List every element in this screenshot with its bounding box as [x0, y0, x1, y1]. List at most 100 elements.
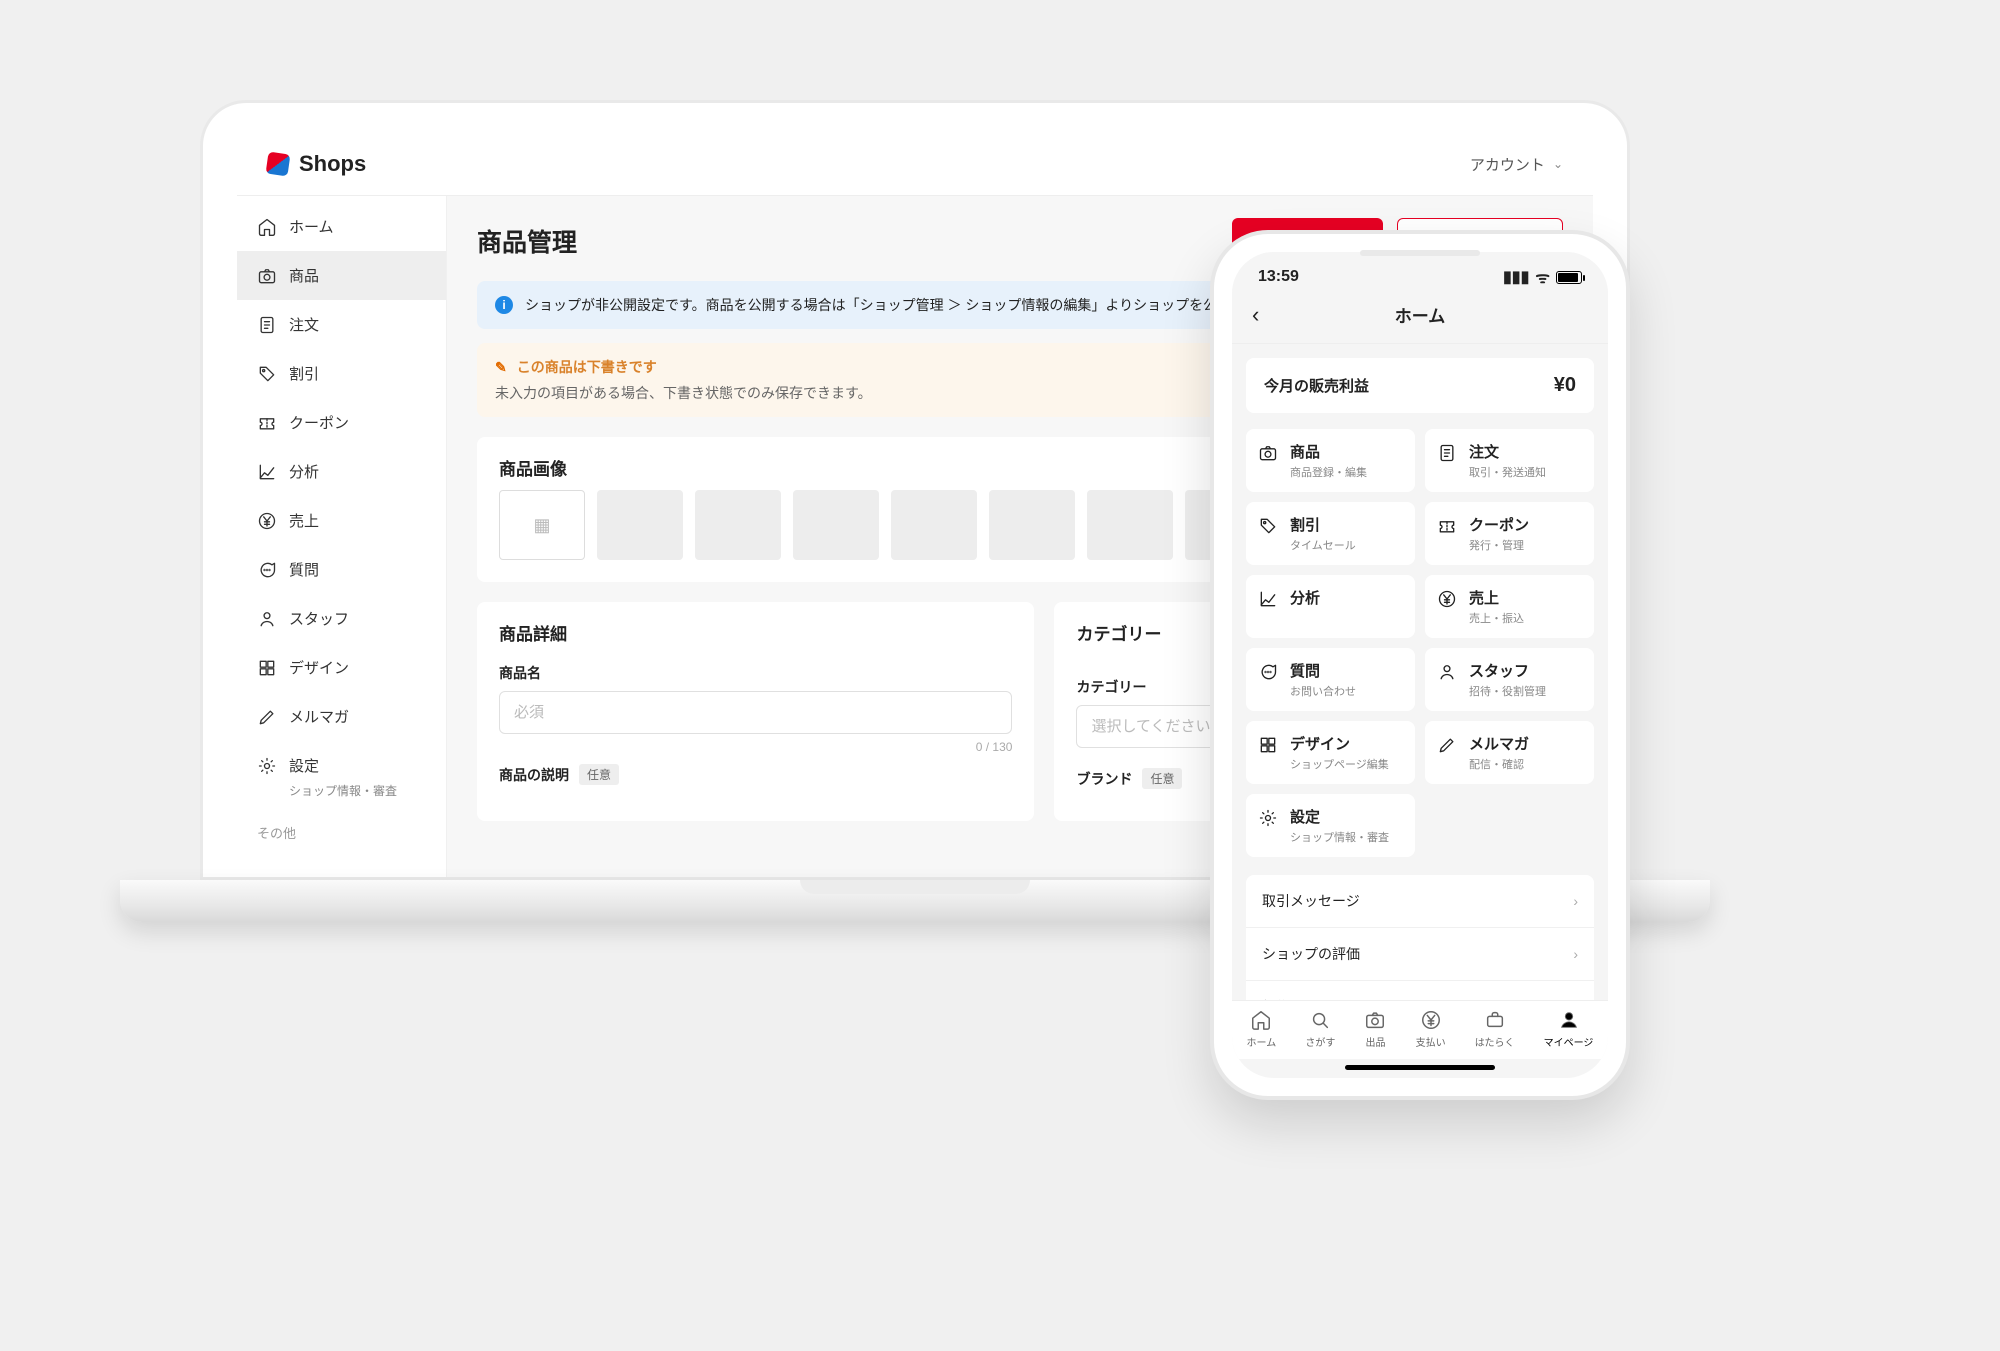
tab-briefcase[interactable]: はたらく: [1475, 1009, 1515, 1049]
profit-card[interactable]: 今月の販売利益 ¥0: [1246, 358, 1594, 413]
sidebar-item-label: 割引: [289, 363, 319, 384]
phone-title: ホーム: [1395, 302, 1446, 327]
tile-sub: 商品登録・編集: [1290, 464, 1367, 480]
image-slot-add[interactable]: ▦: [499, 490, 585, 560]
image-slot[interactable]: [793, 490, 879, 560]
tile-title: 注文: [1469, 441, 1546, 462]
brand: Shops: [267, 151, 366, 177]
sidebar-item-person[interactable]: スタッフ: [237, 594, 446, 643]
tag-icon: [1258, 516, 1278, 536]
list-item[interactable]: 取引メッセージ›: [1246, 875, 1594, 928]
tile-title: クーポン: [1469, 514, 1529, 535]
person-icon: [257, 609, 277, 629]
tile-sub: 招待・役割管理: [1469, 683, 1546, 699]
chart-icon: [257, 462, 277, 482]
tile-title: 商品: [1290, 441, 1367, 462]
tile-coupon[interactable]: クーポン 発行・管理: [1425, 502, 1594, 565]
sidebar-item-label: 設定: [289, 755, 319, 776]
account-menu[interactable]: アカウント ⌄: [1470, 154, 1563, 175]
tile-chart[interactable]: 分析: [1246, 575, 1415, 638]
tile-sub: ショップページ編集: [1290, 756, 1389, 772]
sidebar-item-coupon[interactable]: クーポン: [237, 398, 446, 447]
search-icon: [1309, 1009, 1331, 1031]
tile-sub: お問い合わせ: [1290, 683, 1356, 699]
wifi-icon: ᯤ: [1535, 266, 1550, 288]
image-slot[interactable]: [989, 490, 1075, 560]
sidebar-item-label: スタッフ: [289, 608, 349, 629]
tile-camera[interactable]: 商品 商品登録・編集: [1246, 429, 1415, 492]
product-name-input[interactable]: [499, 691, 1012, 734]
sidebar-item-doc[interactable]: 注文: [237, 300, 446, 349]
image-slot[interactable]: [695, 490, 781, 560]
gear-icon: [257, 756, 277, 776]
doc-icon: [257, 315, 277, 335]
sidebar-item-camera[interactable]: 商品: [237, 251, 446, 300]
sidebar-item-label: 質問: [289, 559, 319, 580]
grid-icon: [1258, 735, 1278, 755]
status-bar: 13:59 ▮▮▮ ᯤ: [1232, 252, 1608, 292]
pencil-icon: [257, 707, 277, 727]
chart-icon: [1258, 589, 1278, 609]
sidebar-item-grid[interactable]: デザイン: [237, 643, 446, 692]
tab-label: マイページ: [1544, 1034, 1594, 1049]
image-placeholder-icon: ▦: [533, 515, 550, 536]
tile-gear[interactable]: 設定 ショップ情報・審査: [1246, 794, 1415, 857]
list-item[interactable]: ショップの評価›: [1246, 928, 1594, 981]
tab-label: さがす: [1305, 1034, 1335, 1049]
user-icon: [1558, 1009, 1580, 1031]
tile-sub: 発行・管理: [1469, 537, 1529, 553]
coupon-icon: [1437, 516, 1457, 536]
briefcase-icon: [1484, 1009, 1506, 1031]
tile-pencil[interactable]: メルマガ 配信・確認: [1425, 721, 1594, 784]
sidebar-item-tag[interactable]: 割引: [237, 349, 446, 398]
profit-label: 今月の販売利益: [1264, 375, 1369, 396]
tile-person[interactable]: スタッフ 招待・役割管理: [1425, 648, 1594, 711]
image-slot[interactable]: [1087, 490, 1173, 560]
pencil-icon: ✎: [495, 359, 507, 376]
tile-grid[interactable]: デザイン ショップページ編集: [1246, 721, 1415, 784]
tile-sub: 取引・発送通知: [1469, 464, 1546, 480]
sidebar-item-sublabel: ショップ情報・審査: [237, 782, 446, 809]
back-button[interactable]: ‹: [1252, 302, 1259, 328]
profit-amount: ¥0: [1554, 374, 1576, 397]
tile-chat[interactable]: 質問 お問い合わせ: [1246, 648, 1415, 711]
camera-icon: [1364, 1009, 1386, 1031]
home-icon: [1250, 1009, 1272, 1031]
chevron-right-icon: ›: [1573, 946, 1578, 962]
status-time: 13:59: [1258, 268, 1299, 286]
tab-search[interactable]: さがす: [1305, 1009, 1335, 1049]
sidebar-item-label: ホーム: [289, 216, 334, 237]
sidebar-item-chat[interactable]: 質問: [237, 545, 446, 594]
phone-mockup: 13:59 ▮▮▮ ᯤ ‹ ホーム 今月の販売利益 ¥0: [1210, 230, 1630, 1100]
camera-icon: [257, 266, 277, 286]
optional-tag: 任意: [1142, 768, 1182, 789]
sidebar-item-yen[interactable]: 売上: [237, 496, 446, 545]
sidebar-item-label: 注文: [289, 314, 319, 335]
product-name-counter: 0 / 130: [499, 740, 1012, 754]
tag-icon: [257, 364, 277, 384]
battery-icon: [1556, 271, 1582, 284]
home-indicator: [1345, 1065, 1495, 1070]
list-item[interactable]: 特集へのエントリー›: [1246, 981, 1594, 1000]
sidebar-item-chart[interactable]: 分析: [237, 447, 446, 496]
tab-yen[interactable]: 支払い: [1416, 1009, 1446, 1049]
image-slot[interactable]: [891, 490, 977, 560]
details-panel: 商品詳細 商品名 0 / 130 商品の説明 任意: [477, 602, 1034, 821]
tile-yen[interactable]: 売上 売上・振込: [1425, 575, 1594, 638]
tab-camera[interactable]: 出品: [1364, 1009, 1386, 1049]
tab-user[interactable]: マイページ: [1544, 1009, 1594, 1049]
tile-doc[interactable]: 注文 取引・発送通知: [1425, 429, 1594, 492]
phone-speaker: [1360, 250, 1480, 256]
tile-sub: 売上・振込: [1469, 610, 1524, 626]
signal-icon: ▮▮▮: [1503, 267, 1529, 287]
pencil-icon: [1437, 735, 1457, 755]
chevron-down-icon: ⌄: [1553, 157, 1563, 171]
tab-home[interactable]: ホーム: [1247, 1009, 1277, 1049]
tile-sub: 配信・確認: [1469, 756, 1529, 772]
sidebar-item-pencil[interactable]: メルマガ: [237, 692, 446, 741]
image-slot[interactable]: [597, 490, 683, 560]
sidebar-item-home[interactable]: ホーム: [237, 202, 446, 251]
details-title: 商品詳細: [499, 620, 1012, 645]
sidebar-item-label: 商品: [289, 265, 319, 286]
tile-tag[interactable]: 割引 タイムセール: [1246, 502, 1415, 565]
